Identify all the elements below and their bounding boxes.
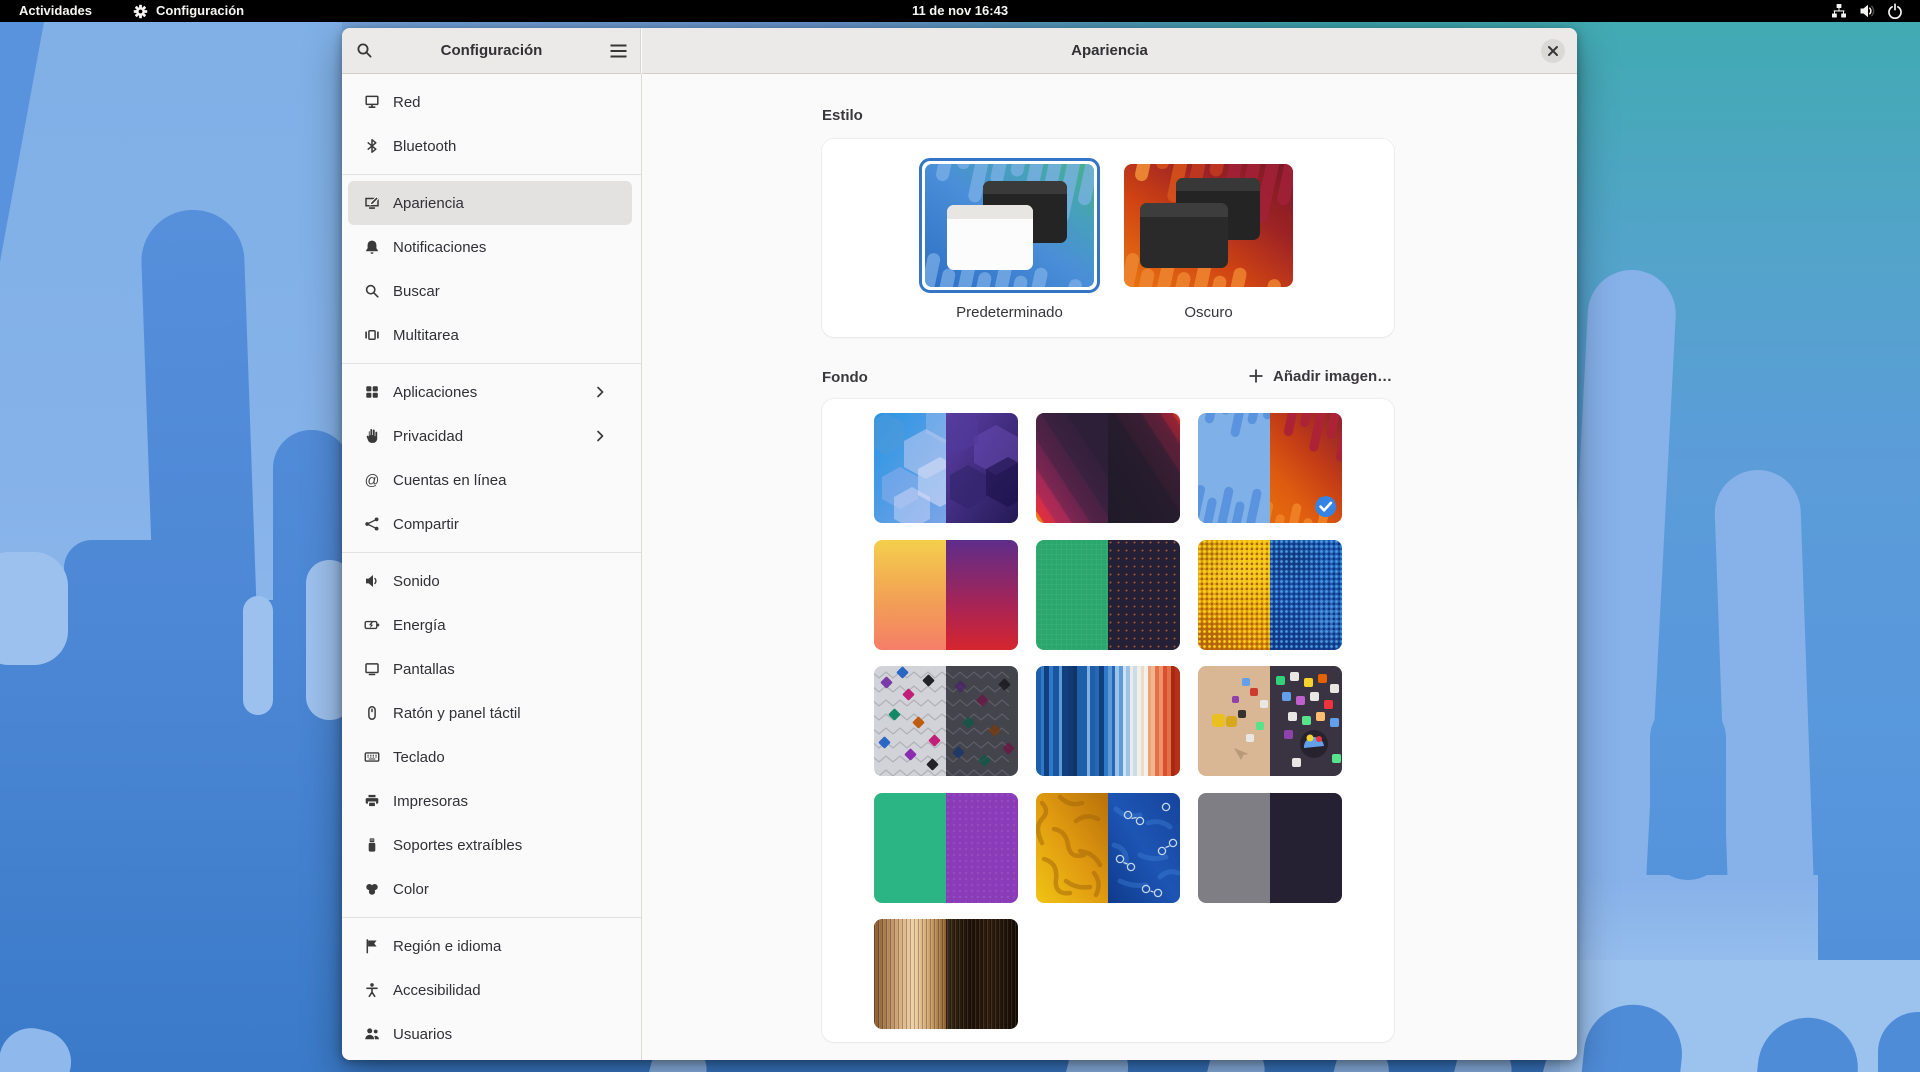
svg-text:@: @ [365, 473, 380, 488]
